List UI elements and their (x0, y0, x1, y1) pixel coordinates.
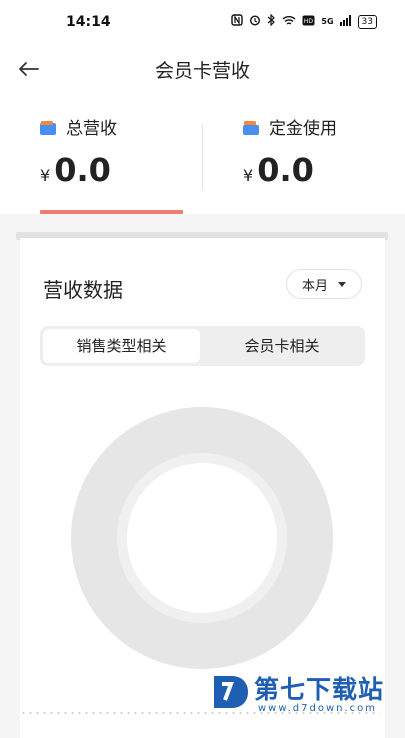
alarm-icon (249, 14, 261, 29)
status-bar: 14:14 HD 5G 33 (0, 0, 405, 44)
battery-indicator: 33 (357, 14, 377, 29)
tab-member-card[interactable]: 会员卡相关 (202, 329, 362, 363)
summary-divider (202, 124, 203, 190)
nav-bar: 会员卡营收 (0, 44, 405, 94)
donut-hole (127, 463, 277, 613)
donut-chart (68, 404, 336, 672)
card-title: 营收数据 (43, 278, 123, 302)
revenue-data-card: 营收数据 本月 销售类型相关 会员卡相关 (20, 238, 385, 738)
period-select-value: 本月 (301, 278, 328, 294)
deposit-currency: ¥ (243, 166, 254, 185)
status-time: 14:14 (66, 14, 111, 30)
watermark-url: www.d7down.com (258, 703, 378, 714)
wallet-icon (243, 120, 259, 135)
status-icons: HD 5G 33 (231, 13, 377, 29)
svg-text:HD: HD (304, 18, 314, 25)
total-revenue-value: 0.0 (54, 151, 111, 189)
tab-sales-type[interactable]: 销售类型相关 (43, 329, 200, 363)
total-revenue-tab[interactable]: 总营收 ¥ 0.0 (40, 114, 117, 189)
hd-icon: HD (302, 15, 315, 29)
page-title: 会员卡营收 (154, 60, 250, 82)
total-revenue-label: 总营收 (66, 119, 117, 139)
watermark-title: 第七下载站 (254, 675, 385, 704)
total-currency: ¥ (40, 166, 51, 185)
site-watermark: 第七下载站 www.d7down.com (210, 670, 405, 720)
network-label: 5G (321, 17, 334, 26)
bluetooth-icon (267, 13, 276, 29)
caret-down-icon (338, 281, 346, 287)
deposit-usage-value: 0.0 (257, 151, 314, 189)
active-tab-underline (40, 210, 183, 214)
nfc-icon (231, 14, 244, 29)
deposit-usage-label: 定金使用 (269, 119, 337, 139)
period-select[interactable]: 本月 (286, 269, 362, 299)
deposit-usage-tab[interactable]: 定金使用 ¥ 0.0 (243, 114, 337, 189)
signal-icon (339, 14, 352, 29)
revenue-summary: 总营收 ¥ 0.0 定金使用 ¥ 0.0 (0, 94, 405, 214)
wifi-icon (282, 15, 296, 29)
wallet-icon (40, 120, 56, 135)
segment-control: 销售类型相关 会员卡相关 (40, 326, 365, 366)
d7-logo-icon (210, 672, 250, 712)
